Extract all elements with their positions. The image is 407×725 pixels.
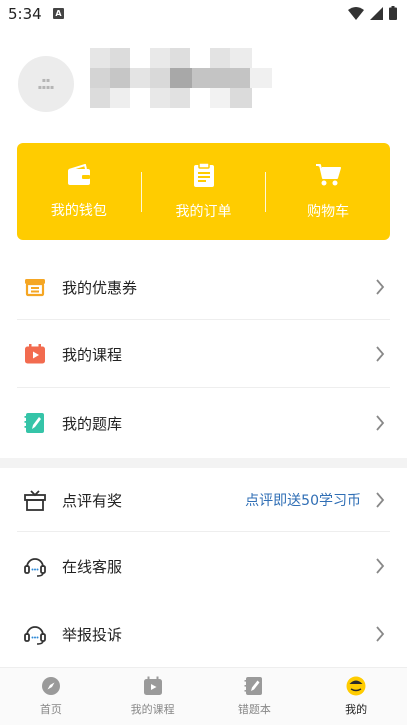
review-reward-promo: 点评即送50学习币 [245,493,361,509]
menu-label: 举报投诉 [62,625,123,644]
menu-label: 我的课程 [62,345,123,364]
menu-item-question-bank[interactable]: 我的题库 [0,388,407,458]
menu-item-coupons[interactable]: 我的优惠券 [0,254,407,320]
menu-item-online-support[interactable]: 在线客服 [0,532,407,600]
wallet-card: 我的钱包 我的订单 购物车 [17,143,390,240]
course-tab-icon [143,676,162,695]
avatar-placeholder-logo: ▪▪ ▪▪▪▪ [37,77,55,91]
course-calendar-icon [25,344,45,364]
tab-label: 首页 [39,703,62,716]
tab-label: 错题本 [237,703,271,716]
question-bank-icon [24,413,44,433]
chevron-right-icon [376,346,385,362]
chevron-right-icon [376,626,385,642]
username-obscured [90,48,272,110]
wallet-item-cart[interactable]: 购物车 [266,143,390,240]
menu-group-primary: 我的优惠券 我的课程 我的题库 [0,254,407,458]
cart-label: 购物车 [307,203,350,220]
headset-icon [24,558,46,577]
tab-label: 我的课程 [130,703,175,716]
profile-face-icon [346,676,366,696]
chevron-right-icon [376,415,385,431]
menu-item-report-complaint[interactable]: 举报投诉 [0,600,407,668]
wifi-icon [348,6,364,20]
status-time: 5:34 [8,5,42,23]
profile-header[interactable]: ▪▪ ▪▪▪▪ [0,28,407,138]
menu-label: 我的题库 [62,414,123,433]
compass-icon [41,677,60,695]
tab-mistake-notebook[interactable]: 错题本 [204,668,306,725]
chevron-right-icon [376,492,385,508]
report-headset-icon [24,626,46,645]
tab-home[interactable]: 首页 [0,668,102,725]
wallet-icon [67,163,90,185]
menu-label: 在线客服 [62,557,123,576]
tab-label: 我的 [345,703,368,716]
wallet-item-wallet[interactable]: 我的钱包 [17,143,141,240]
avatar[interactable]: ▪▪ ▪▪▪▪ [18,56,74,112]
notebook-icon [244,677,263,695]
cart-icon [316,163,342,185]
menu-item-my-courses[interactable]: 我的课程 [0,320,407,388]
chevron-right-icon [376,558,385,574]
tab-my-courses[interactable]: 我的课程 [102,668,204,725]
order-clipboard-icon [193,162,214,187]
wallet-label: 我的钱包 [50,202,107,219]
gift-icon [24,490,46,511]
notification-icon: A [53,8,64,19]
chevron-right-icon [376,279,385,295]
tab-me[interactable]: 我的 [305,668,407,725]
signal-icon [370,6,383,20]
menu-group-secondary: 点评有奖 点评即送50学习币 在线客服 举报投诉 [0,468,407,668]
status-bar: 5:34 A [0,0,407,28]
section-separator [0,458,407,468]
battery-icon [389,6,397,20]
status-indicators [348,6,397,20]
menu-item-review-reward[interactable]: 点评有奖 点评即送50学习币 [0,468,407,532]
coupon-icon [25,279,45,297]
menu-label: 我的优惠券 [62,278,138,297]
menu-label: 点评有奖 [62,491,123,510]
orders-label: 我的订单 [175,203,232,220]
wallet-item-orders[interactable]: 我的订单 [142,143,266,240]
bottom-tab-bar: 首页 我的课程 错题本 我的 [0,667,407,725]
